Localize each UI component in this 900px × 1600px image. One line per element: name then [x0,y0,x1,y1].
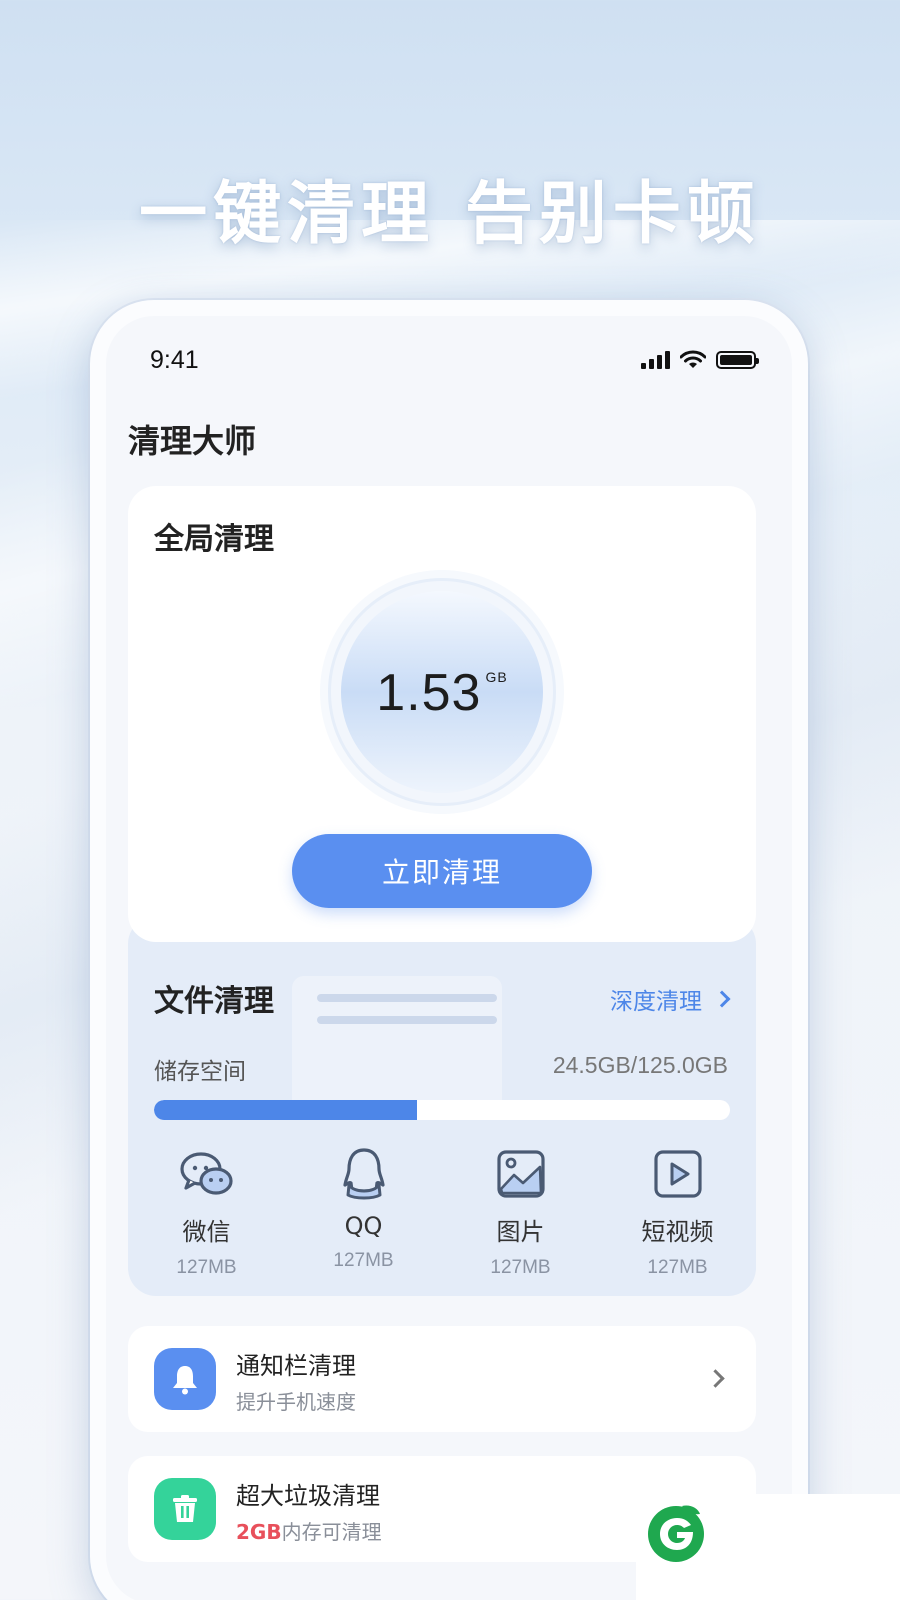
decorative-document [292,976,502,1116]
battery-icon [716,351,759,369]
video-icon [650,1146,706,1202]
app-name: QQ [344,1212,383,1240]
storage-progress-bar [154,1100,730,1120]
file-clean-title: 文件清理 [154,984,274,1019]
status-icons [641,350,759,370]
status-bar: 9:41 [150,340,759,380]
brand-watermark [636,1494,900,1600]
list-item-subtitle: 提升手机速度 [236,1390,356,1414]
deep-clean-link[interactable]: 深度清理 [610,982,731,1016]
notification-clean-item[interactable]: 通知栏清理 提升手机速度 [128,1326,756,1432]
wifi-icon [680,350,706,368]
storage-progress-fill [154,1100,418,1120]
junk-size-value: 1.53 [376,664,482,722]
phone-frame: 9:41 清理大师 全局清理 1.53 GB 立即清理 文件清理 深度清理 储存… [90,300,808,1600]
list-item-subtitle: 2GB内存可清理 [236,1520,382,1544]
deep-clean-label: 深度清理 [610,989,702,1015]
global-clean-title: 全局清理 [154,522,274,557]
bell-icon [154,1348,216,1410]
qq-icon [336,1146,392,1202]
brand-logo-icon [648,1505,704,1562]
list-item-title: 超大垃圾清理 [236,1482,380,1510]
app-size: 127MB [490,1257,551,1278]
chevron-right-icon [706,1369,725,1388]
app-item-images[interactable]: 图片 127MB [442,1146,599,1279]
junk-size-circle: 1.53 GB [328,578,556,806]
app-name: 图片 [496,1218,545,1246]
app-size: 127MB [176,1257,237,1278]
app-item-wechat[interactable]: 微信 127MB [128,1146,285,1279]
status-time: 9:41 [150,345,199,374]
wechat-icon [179,1146,235,1202]
app-size: 127MB [647,1257,708,1278]
image-icon [493,1146,549,1202]
junk-size-highlight: 2GB [236,1520,282,1544]
chevron-right-icon [713,990,731,1008]
app-name: 短视频 [641,1218,714,1246]
headline: 一键清理 告别卡顿 [139,175,761,254]
global-clean-card: 全局清理 1.53 GB 立即清理 [128,486,756,942]
app-category-row: 微信 127MB QQ 127MB 图片 127MB 短视频 127MB [128,1146,756,1279]
storage-label: 储存空间 [154,1059,246,1085]
signal-icon [641,351,670,369]
trash-icon [154,1478,216,1540]
app-name: 微信 [182,1218,231,1246]
app-size: 127MB [333,1250,394,1271]
app-item-short-video[interactable]: 短视频 127MB [599,1146,756,1279]
app-title: 清理大师 [128,422,257,460]
app-item-qq[interactable]: QQ 127MB [285,1146,442,1279]
list-item-title: 通知栏清理 [236,1352,356,1380]
storage-value: 24.5GB/125.0GB [552,1052,728,1078]
file-clean-card: 文件清理 深度清理 储存空间 24.5GB/125.0GB 微信 127MB Q… [128,916,756,1296]
junk-size-unit: GB [485,669,508,685]
clean-now-button[interactable]: 立即清理 [292,834,592,908]
